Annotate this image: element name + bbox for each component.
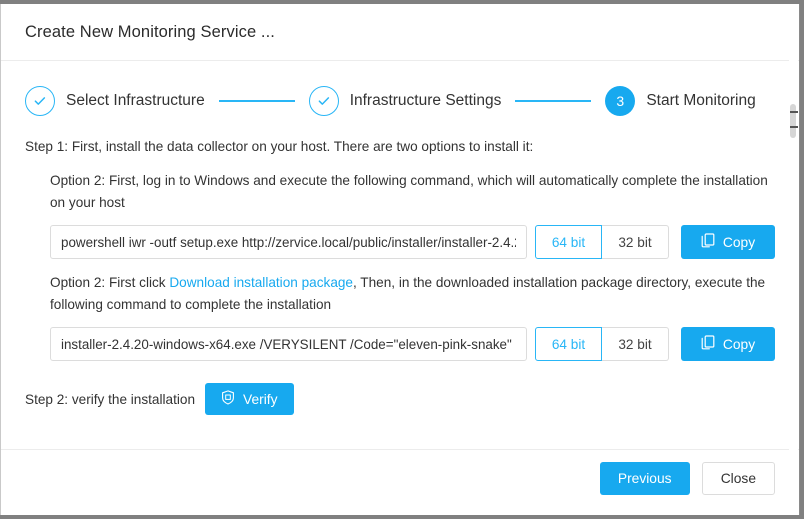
option-b-text: Option 2: First click Download installat… <box>50 272 775 316</box>
option-b-block: Option 2: First click Download installat… <box>25 272 775 361</box>
dialog-header: Create New Monitoring Service ... <box>1 4 799 61</box>
option-a-bit-toggle-group: 64 bit 32 bit <box>535 225 669 259</box>
option-b-text-before: Option 2: First click <box>50 275 169 290</box>
step-2-infrastructure-settings[interactable]: Infrastructure Settings <box>309 86 502 116</box>
scroll-tick-lower <box>790 126 798 128</box>
dialog-footer: Previous Close <box>1 449 799 507</box>
option-a-copy-label: Copy <box>723 235 755 250</box>
create-monitoring-service-dialog: Create New Monitoring Service ... Select… <box>0 4 800 515</box>
option-b-32bit-button[interactable]: 32 bit <box>602 327 669 361</box>
option-b-bit-toggle-group: 64 bit 32 bit <box>535 327 669 361</box>
scrollbar-thumb[interactable] <box>790 104 796 138</box>
verify-label: Verify <box>243 392 278 407</box>
check-icon <box>32 93 48 109</box>
verify-button[interactable]: Verify <box>205 383 294 415</box>
option-a-text: Option 2: First, log in to Windows and e… <box>50 170 775 214</box>
option-b-command-row: 64 bit 32 bit Copy <box>50 327 775 361</box>
option-a-64bit-button[interactable]: 64 bit <box>535 225 602 259</box>
download-installation-package-link[interactable]: Download installation package <box>169 275 353 290</box>
step-3-circle: 3 <box>605 86 635 116</box>
check-icon <box>316 93 332 109</box>
option-a-command-row: 64 bit 32 bit Copy <box>50 225 775 259</box>
step-1-label: Select Infrastructure <box>66 92 205 110</box>
option-a-32bit-button[interactable]: 32 bit <box>602 225 669 259</box>
step-connector-1 <box>219 100 295 102</box>
scroll-tick-upper <box>790 111 798 113</box>
shield-check-icon <box>221 390 235 408</box>
option-b-command-input[interactable] <box>50 327 527 361</box>
step-1-select-infrastructure[interactable]: Select Infrastructure <box>25 86 205 116</box>
step-2-instruction: Step 2: verify the installation <box>25 392 195 407</box>
copy-icon <box>701 335 715 353</box>
previous-button[interactable]: Previous <box>600 462 690 495</box>
step-connector-2 <box>515 100 591 102</box>
step-2-row: Step 2: verify the installation Verify <box>25 383 775 415</box>
dialog-body: Step 1: First, install the data collecto… <box>1 119 799 415</box>
step-3-label: Start Monitoring <box>646 92 755 110</box>
copy-icon <box>701 233 715 251</box>
option-a-block: Option 2: First, log in to Windows and e… <box>25 170 775 259</box>
option-b-64bit-button[interactable]: 64 bit <box>535 327 602 361</box>
close-button[interactable]: Close <box>702 462 775 495</box>
step-1-circle <box>25 86 55 116</box>
option-a-command-input[interactable] <box>50 225 527 259</box>
step-2-label: Infrastructure Settings <box>350 92 502 110</box>
option-b-copy-label: Copy <box>723 337 755 352</box>
vertical-scrollbar[interactable] <box>789 4 798 515</box>
step-2-circle <box>309 86 339 116</box>
page-title: Create New Monitoring Service ... <box>25 23 275 42</box>
option-b-copy-button[interactable]: Copy <box>681 327 775 361</box>
wizard-stepper: Select Infrastructure Infrastructure Set… <box>1 61 799 119</box>
option-a-copy-button[interactable]: Copy <box>681 225 775 259</box>
step-1-instruction: Step 1: First, install the data collecto… <box>25 137 775 157</box>
step-3-start-monitoring[interactable]: 3 Start Monitoring <box>605 86 755 116</box>
